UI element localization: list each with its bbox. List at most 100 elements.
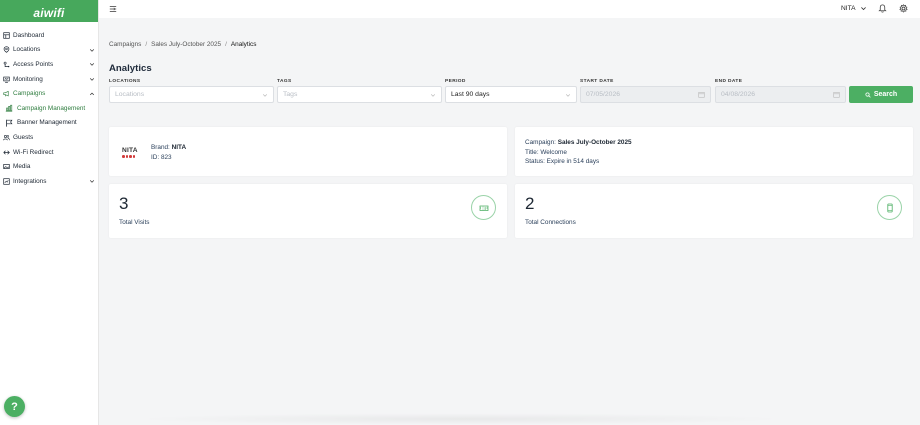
brand-logo: NITA xyxy=(122,147,142,163)
calendar-icon xyxy=(698,91,705,98)
chevron-down-icon xyxy=(565,92,571,98)
logo-bar[interactable]: aiwifi xyxy=(0,0,98,22)
chart-icon xyxy=(5,104,13,112)
campaign-status: Status: Expire in 514 days xyxy=(525,158,600,166)
app-logo[interactable]: aiwifi xyxy=(33,6,64,20)
campaign-name: Sales July-October 2025 xyxy=(557,139,632,146)
sidebar-item-access-points[interactable]: Access Points xyxy=(0,57,98,72)
media-icon xyxy=(2,163,10,171)
breadcrumb-current: Analytics xyxy=(230,41,257,48)
chevron-up-icon xyxy=(89,91,95,97)
calendar-icon xyxy=(833,91,840,98)
page-title: Analytics xyxy=(109,63,152,74)
redirect-icon xyxy=(2,148,10,156)
location-pin-icon xyxy=(2,46,10,54)
phone-icon xyxy=(877,195,902,220)
search-button-label: Search xyxy=(873,91,898,98)
sidebar-subitem-banner-management[interactable]: Banner Management xyxy=(0,116,98,131)
sidebar-item-monitoring[interactable]: Monitoring xyxy=(0,72,98,87)
sidebar-item-label: Dashboard xyxy=(13,31,45,39)
sidebar-item-label: Integrations xyxy=(13,177,47,185)
sidebar-item-guests[interactable]: Guests xyxy=(0,130,98,145)
chevron-down-icon xyxy=(89,61,95,67)
sidebar-item-dashboard[interactable]: Dashboard xyxy=(0,28,98,43)
sidebar-item-label: Campaigns xyxy=(13,90,46,98)
total-visits-label: Total Visits xyxy=(119,219,150,226)
flag-icon xyxy=(5,119,13,127)
help-button[interactable]: ? xyxy=(4,396,25,417)
campaign-card: Campaign: Sales July-October 2025 Title:… xyxy=(515,127,913,176)
sidebar-item-wifi-redirect[interactable]: Wi-Fi Redirect xyxy=(0,145,98,160)
locations-label: LOCATIONS xyxy=(109,79,141,84)
search-button[interactable]: Search xyxy=(849,86,913,103)
breadcrumb-campaign[interactable]: Sales July-October 2025 xyxy=(151,41,221,48)
breadcrumb-separator: / xyxy=(225,41,227,48)
period-value: Last 90 days xyxy=(451,91,490,98)
campaign-prefix: Campaign: xyxy=(525,139,556,146)
sidebar-item-campaigns[interactable]: Campaigns xyxy=(0,86,98,101)
tags-select[interactable]: Tags xyxy=(277,86,442,103)
total-connections-card: 2 Total Connections xyxy=(515,184,913,238)
start-date-field[interactable]: 07/05/2026 xyxy=(580,86,711,103)
brand-prefix: Brand: xyxy=(151,144,170,151)
megaphone-icon xyxy=(2,90,10,98)
chevron-down-icon xyxy=(89,47,95,53)
sidebar-item-label: Monitoring xyxy=(13,75,43,83)
total-connections-label: Total Connections xyxy=(525,219,576,226)
sidebar-item-media[interactable]: Media xyxy=(0,159,98,174)
ticket-icon xyxy=(471,195,496,220)
campaign-title: Title: Welcome xyxy=(525,148,567,156)
sidebar-item-integrations[interactable]: Integrations xyxy=(0,174,98,189)
brand-card: NITA Brand: NITA ID: 823 xyxy=(109,127,507,176)
total-connections-value: 2 xyxy=(525,194,535,213)
locations-placeholder: Locations xyxy=(115,91,145,98)
sidebar-subitem-label: Banner Management xyxy=(17,119,77,127)
sidebar-item-label: Locations xyxy=(13,46,41,54)
breadcrumb-separator: / xyxy=(145,41,148,48)
access-point-icon xyxy=(2,60,10,68)
chevron-down-icon[interactable] xyxy=(860,5,867,12)
sidebar-item-label: Guests xyxy=(13,133,34,141)
period-label: PERIOD xyxy=(445,79,466,84)
campaign-info: Campaign: Sales July-October 2025 Title:… xyxy=(525,138,632,167)
integrations-icon xyxy=(2,177,10,185)
brand-name: NITA xyxy=(171,144,187,151)
sidebar-item-label: Media xyxy=(13,163,31,171)
topbar: NITA xyxy=(99,0,920,18)
breadcrumb-campaigns[interactable]: Campaigns xyxy=(109,41,141,48)
chevron-down-icon xyxy=(89,178,95,184)
locations-select[interactable]: Locations xyxy=(109,86,274,103)
menu-toggle-icon[interactable] xyxy=(109,5,117,13)
brand-logo-word: NITA xyxy=(122,147,138,154)
end-date-label: END DATE xyxy=(715,79,743,84)
guests-icon xyxy=(2,133,10,141)
brand-info: Brand: NITA ID: 823 xyxy=(151,143,186,162)
total-visits-value: 3 xyxy=(119,194,129,213)
brand-id: 823 xyxy=(160,153,172,161)
end-date-value: 04/08/2026 xyxy=(721,91,756,98)
end-date-field[interactable]: 04/08/2026 xyxy=(715,86,846,103)
tags-label: TAGS xyxy=(277,79,292,84)
sidebar-item-locations[interactable]: Locations xyxy=(0,43,98,58)
bottom-shadow xyxy=(130,413,790,425)
chevron-down-icon xyxy=(262,92,268,98)
start-date-label: START DATE xyxy=(580,79,614,84)
period-select[interactable]: Last 90 days xyxy=(445,86,577,103)
sidebar: aiwifi Dashboard Locations Access Points… xyxy=(0,0,99,425)
user-menu-name[interactable]: NITA xyxy=(841,5,856,12)
bell-icon[interactable] xyxy=(878,4,887,13)
sidebar-subitem-campaign-management[interactable]: Campaign Management xyxy=(0,101,98,116)
monitor-icon xyxy=(2,75,10,83)
sidebar-nav: Dashboard Locations Access Points Monito… xyxy=(0,28,98,189)
breadcrumb: Campaigns / Sales July-October 2025 / An… xyxy=(109,41,256,48)
brand-logo-dots xyxy=(122,155,142,158)
sidebar-subitem-label: Campaign Management xyxy=(17,104,86,112)
gear-icon[interactable] xyxy=(899,4,908,13)
sidebar-item-label: Access Points xyxy=(13,60,54,68)
chevron-down-icon xyxy=(430,92,436,98)
search-icon xyxy=(865,91,871,98)
start-date-value: 07/05/2026 xyxy=(586,91,621,98)
dashboard-icon xyxy=(2,31,10,39)
id-prefix: ID: xyxy=(151,153,160,161)
chevron-down-icon xyxy=(89,76,95,82)
